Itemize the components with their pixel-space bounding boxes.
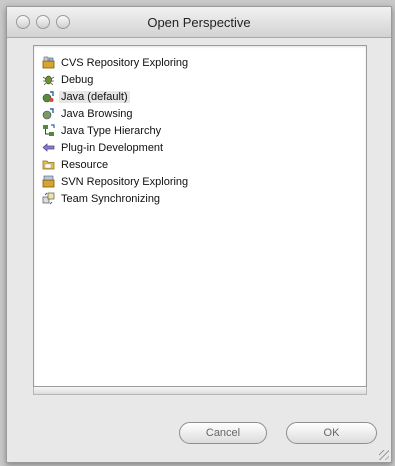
list-item-label: Plug-in Development — [61, 141, 164, 154]
type-hierarchy-icon — [42, 124, 55, 137]
team-sync-icon — [42, 192, 55, 205]
debug-bug-icon — [42, 73, 55, 86]
list-item-cvs-repository-exploring[interactable]: CVS Repository Exploring — [34, 54, 366, 71]
list-item-label: Java Browsing — [61, 107, 133, 120]
list-item-resource[interactable]: Resource — [34, 156, 366, 173]
java-browsing-icon — [42, 107, 55, 120]
svn-repository-icon — [42, 175, 55, 188]
horizontal-scrollbar[interactable] — [33, 387, 367, 395]
list-item-java-default[interactable]: Java (default) — [34, 88, 366, 105]
cancel-button[interactable]: Cancel — [179, 422, 267, 444]
list-item-java-browsing[interactable]: Java Browsing — [34, 105, 366, 122]
list-item-team-synchronizing[interactable]: Team Synchronizing — [34, 190, 366, 207]
dialog-title: Open Perspective — [147, 15, 251, 30]
title-bar[interactable]: Open Perspective — [7, 7, 391, 38]
list-item-label: Debug — [61, 73, 94, 86]
list-item-plug-in-development[interactable]: Plug-in Development — [34, 139, 366, 156]
java-perspective-icon — [42, 90, 55, 103]
list-item-debug[interactable]: Debug — [34, 71, 366, 88]
resize-grip-icon[interactable] — [379, 450, 389, 460]
list-item-label: CVS Repository Exploring — [61, 56, 189, 69]
ok-button[interactable]: OK — [286, 422, 377, 444]
open-perspective-dialog: Open Perspective CVS Repository Explorin… — [6, 6, 392, 463]
list-item-java-type-hierarchy[interactable]: Java Type Hierarchy — [34, 122, 366, 139]
plugin-icon — [42, 141, 55, 154]
list-item-label: Java Type Hierarchy — [61, 124, 162, 137]
list-item-label: Team Synchronizing — [61, 192, 161, 205]
perspective-list[interactable]: CVS Repository Exploring Debug Java (def… — [33, 45, 367, 387]
list-item-label: Java (default) — [59, 90, 130, 103]
list-item-svn-repository-exploring[interactable]: SVN Repository Exploring — [34, 173, 366, 190]
list-item-label: SVN Repository Exploring — [61, 175, 189, 188]
resource-folder-icon — [42, 158, 55, 171]
cvs-repository-icon — [42, 56, 55, 69]
list-item-label: Resource — [61, 158, 109, 171]
